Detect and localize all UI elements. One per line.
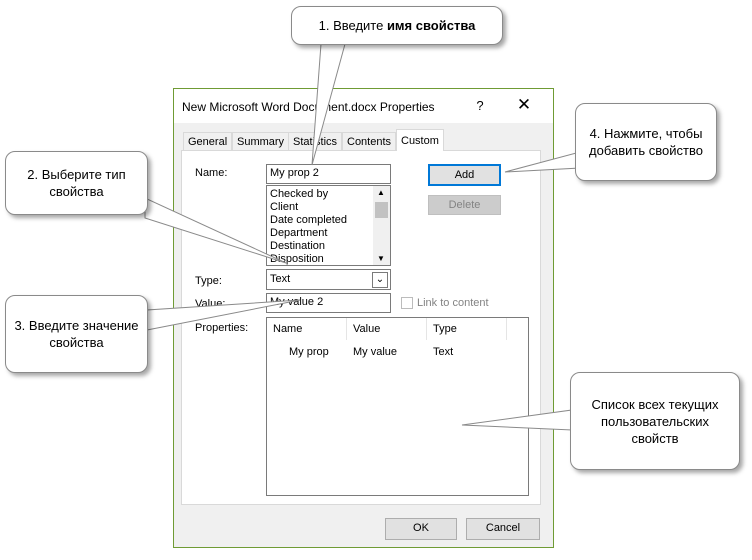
callout-5-pointer <box>461 409 573 431</box>
callout-5-text: Список всех текущих пользовательских сво… <box>591 396 719 446</box>
callout-3-text: 3. Введите значение свойства <box>14 318 139 350</box>
tab-custom[interactable]: Custom <box>396 129 444 151</box>
callout-2-text: 2. Выберите тип свойства <box>27 167 126 199</box>
callout-properties-list: Список всех текущих пользовательских сво… <box>570 372 740 470</box>
callout-1-text: 1. Введите <box>318 18 387 33</box>
callout-click-add: 4. Нажмите, чтобы добавить свойство <box>575 103 717 181</box>
callout-choose-type: 2. Выберите тип свойства <box>5 151 148 215</box>
callout-1-pointer <box>311 43 346 166</box>
callout-enter-value: 3. Введите значение свойства <box>5 295 148 373</box>
callout-1-bold: имя свойства <box>386 18 476 33</box>
callout-4-pointer <box>504 151 581 173</box>
callout-pointers <box>144 43 581 431</box>
callout-enter-name: 1. Введите имя свойства <box>291 6 503 45</box>
callout-3-pointer <box>146 299 301 331</box>
callout-2-pointer <box>144 197 287 264</box>
callout-4-text: 4. Нажмите, чтобы добавить свойство <box>589 126 703 158</box>
